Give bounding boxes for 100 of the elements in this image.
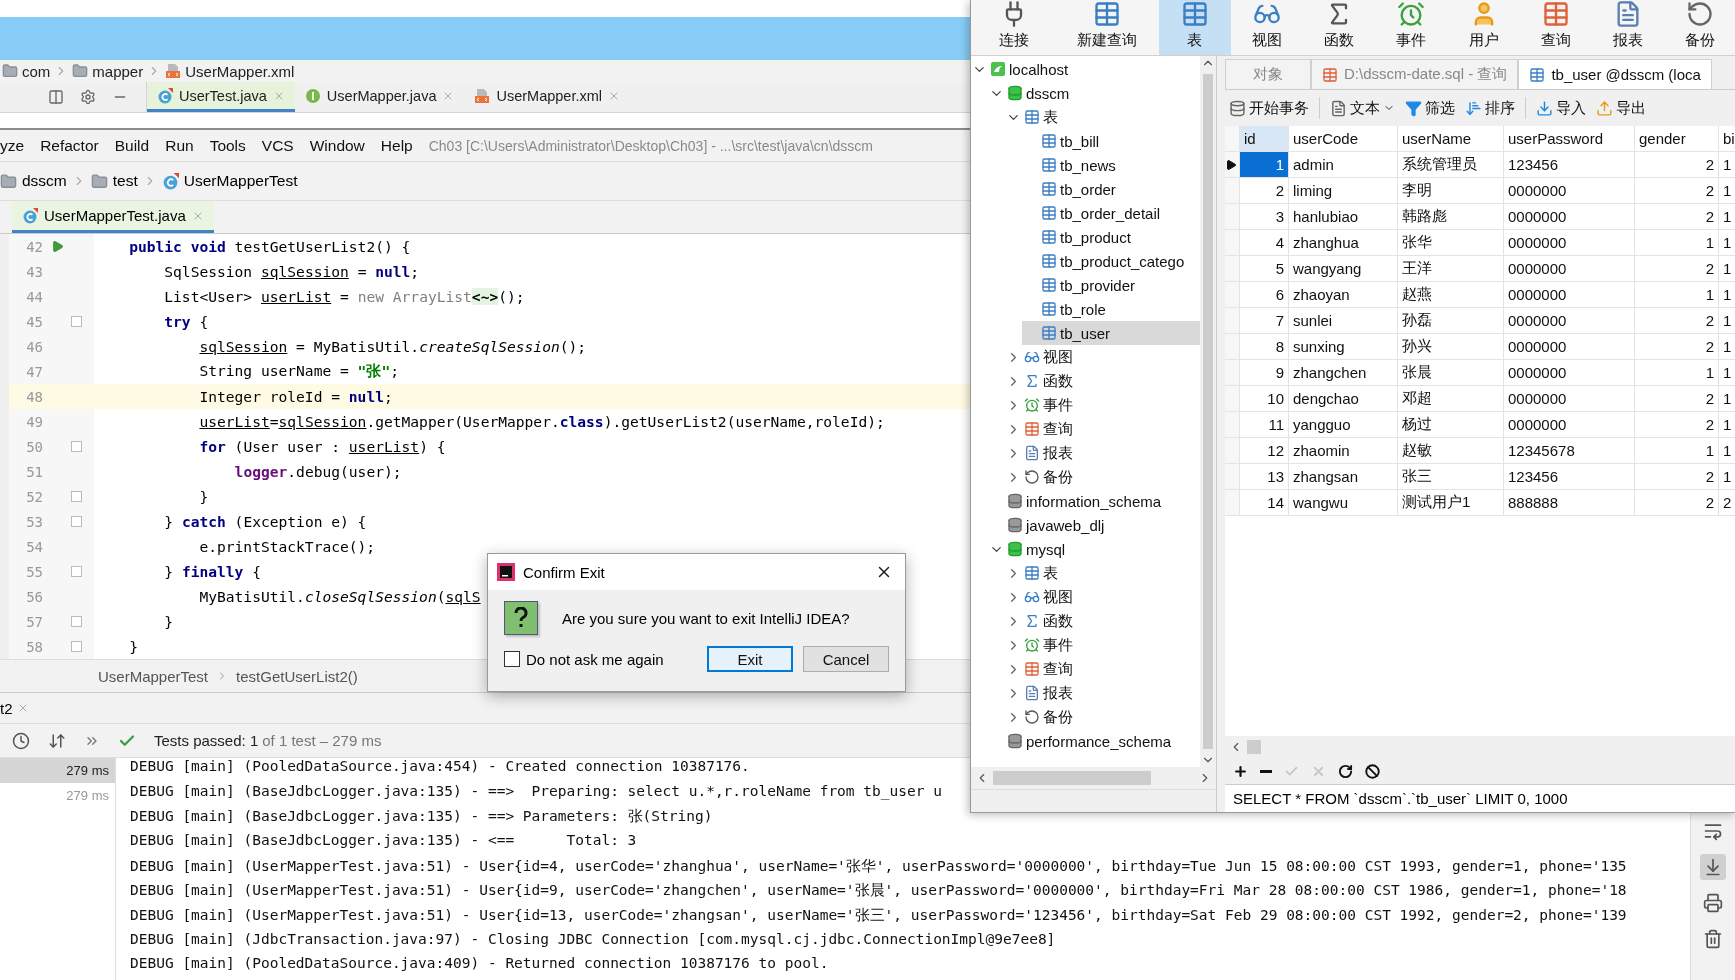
menu-item[interactable]: yze [0,136,33,155]
table-cell: 888888 [1504,490,1635,515]
tree-item[interactable]: tb_provider [1022,273,1200,297]
tree-item[interactable]: 报表 [1005,681,1200,705]
tree-item[interactable]: tb_order_detail [1022,201,1200,225]
column-header[interactable]: bi [1719,126,1735,151]
tree-item[interactable]: 查询 [1005,657,1200,681]
toolbar-button[interactable]: 导入 [1536,98,1586,118]
menu-item[interactable]: Help [372,136,421,155]
fold-marker[interactable] [71,641,82,652]
toolbar-button[interactable]: 文本 [1330,98,1395,118]
tree-item[interactable]: tb_user [1022,321,1200,345]
table-cell: 1 [1719,464,1735,489]
table-cell: 1 [1719,282,1735,307]
toolbar-button[interactable]: 报表 [1591,0,1664,55]
table-cell: 0000000 [1504,334,1635,359]
record-button[interactable] [1260,769,1272,773]
record-button[interactable] [1365,763,1380,779]
breadcrumb-item[interactable]: UserMapperTest [98,667,209,685]
tree-item[interactable]: 报表 [1005,441,1200,465]
column-header[interactable]: userName [1398,126,1504,151]
toolbar-button[interactable]: 筛选 [1405,98,1455,118]
tree-item[interactable]: tb_product_catego [1022,249,1200,273]
file-tab[interactable]: UserMapperTest.java [12,201,214,233]
column-header[interactable]: gender [1635,126,1719,151]
breadcrumb-item[interactable]: UserMapper.xml [185,62,295,80]
menu-item[interactable]: Run [157,136,202,155]
menu-item[interactable]: Refactor [32,136,107,155]
toolbar-button[interactable]: 新建查询 [1056,0,1159,55]
tree-item[interactable]: tb_product [1022,225,1200,249]
menu-item[interactable]: VCS [253,136,302,155]
fold-marker[interactable] [71,516,82,527]
toolbar-button[interactable]: 用户 [1447,0,1520,55]
console-line: DEBUG [main] (BaseJdbcLogger.java:135) - ==> Preparing: select u.*,r.roleName from tb_user u [130,782,942,802]
record-button[interactable] [1338,763,1353,779]
toolbar-button[interactable]: 备份 [1663,0,1735,55]
dialog-button[interactable]: Cancel [803,646,889,672]
sort-icon[interactable] [48,731,66,750]
checkbox[interactable]: Do not ask me again [504,650,697,668]
scroll-thumb[interactable] [1247,740,1261,754]
tree-item[interactable]: tb_news [1022,153,1200,177]
tree-item[interactable]: mysql [988,537,1200,561]
breadcrumb-item[interactable]: test [112,172,138,190]
tree-item[interactable]: 函数 [1005,609,1200,633]
fold-marker[interactable] [71,316,82,327]
column-header[interactable]: userPassword [1504,126,1635,151]
tree-item[interactable]: 事件 [1005,633,1200,657]
tab[interactable]: tb_user @dsscm (loca [1518,59,1712,89]
fold-marker[interactable] [71,566,82,577]
dialog-button[interactable]: Exit [707,646,793,672]
breadcrumb-item[interactable]: mapper [92,62,144,80]
toolbar-button[interactable]: 排序 [1465,98,1515,118]
fold-marker[interactable] [71,441,82,452]
settings-icon[interactable] [80,89,96,105]
run-tab[interactable]: t2 [0,699,13,717]
record-button[interactable] [1233,763,1248,779]
menu-item[interactable]: Window [301,136,373,155]
breadcrumb-item[interactable]: UserMapperTest [183,172,298,190]
menu-item[interactable]: Tools [201,136,254,155]
clock-icon[interactable] [12,731,30,750]
breadcrumb-item[interactable]: dsscm [22,172,67,190]
column-header[interactable]: userCode [1289,126,1398,151]
tree-item[interactable]: 视图 [1005,345,1200,369]
tree-item[interactable]: tb_bill [1022,129,1200,153]
tree-item[interactable]: 备份 [1005,705,1200,729]
file-tab[interactable]: UserTest.java [147,82,295,112]
toolbar-button[interactable]: 表 [1158,0,1231,55]
column-header[interactable]: id [1240,126,1289,151]
toolbar-button[interactable]: 函数 [1303,0,1376,55]
tree-item[interactable]: tb_role [1022,297,1200,321]
toolbar-button[interactable]: 开始事务 [1229,98,1309,118]
toolbar-button[interactable]: 查询 [1519,0,1592,55]
fold-marker[interactable] [71,491,82,502]
tree-item[interactable]: 表 [1005,561,1200,585]
toolbar-button[interactable]: 视图 [1230,0,1304,55]
tree-item[interactable]: dsscm [988,81,1200,105]
tree-item[interactable]: 视图 [1005,585,1200,609]
tree-item[interactable]: 查询 [1005,417,1200,441]
split-icon[interactable] [48,89,64,105]
tree-item[interactable]: localhost [971,57,1200,81]
tree-item[interactable]: 函数 [1005,369,1200,393]
toolbar-button[interactable]: 连接 [971,0,1056,55]
file-tab[interactable]: UserMapper.xml [464,82,630,112]
breadcrumb-item[interactable]: testGetUserList2() [236,667,358,685]
tree-item[interactable]: 表 [1005,105,1200,129]
fold-marker[interactable] [71,616,82,627]
breadcrumb-item[interactable]: com [22,62,51,80]
scroll-thumb[interactable] [993,771,1151,785]
run-icon[interactable] [51,240,64,253]
tree-item[interactable]: tb_order [1022,177,1200,201]
tree-item[interactable]: information_schema [988,489,1200,513]
tree-item[interactable]: 事件 [1005,393,1200,417]
toolbar-button[interactable]: 导出 [1596,98,1646,118]
toolbar-button[interactable]: 事件 [1375,0,1448,55]
tree-item[interactable]: performance_schema [988,729,1200,753]
test-duration[interactable]: 279 ms [0,758,115,783]
tree-item[interactable]: 备份 [1005,465,1200,489]
menu-item[interactable]: Build [106,136,158,155]
tree-item[interactable]: javaweb_dlj [988,513,1200,537]
file-tab[interactable]: UserMapper.java [294,82,465,112]
